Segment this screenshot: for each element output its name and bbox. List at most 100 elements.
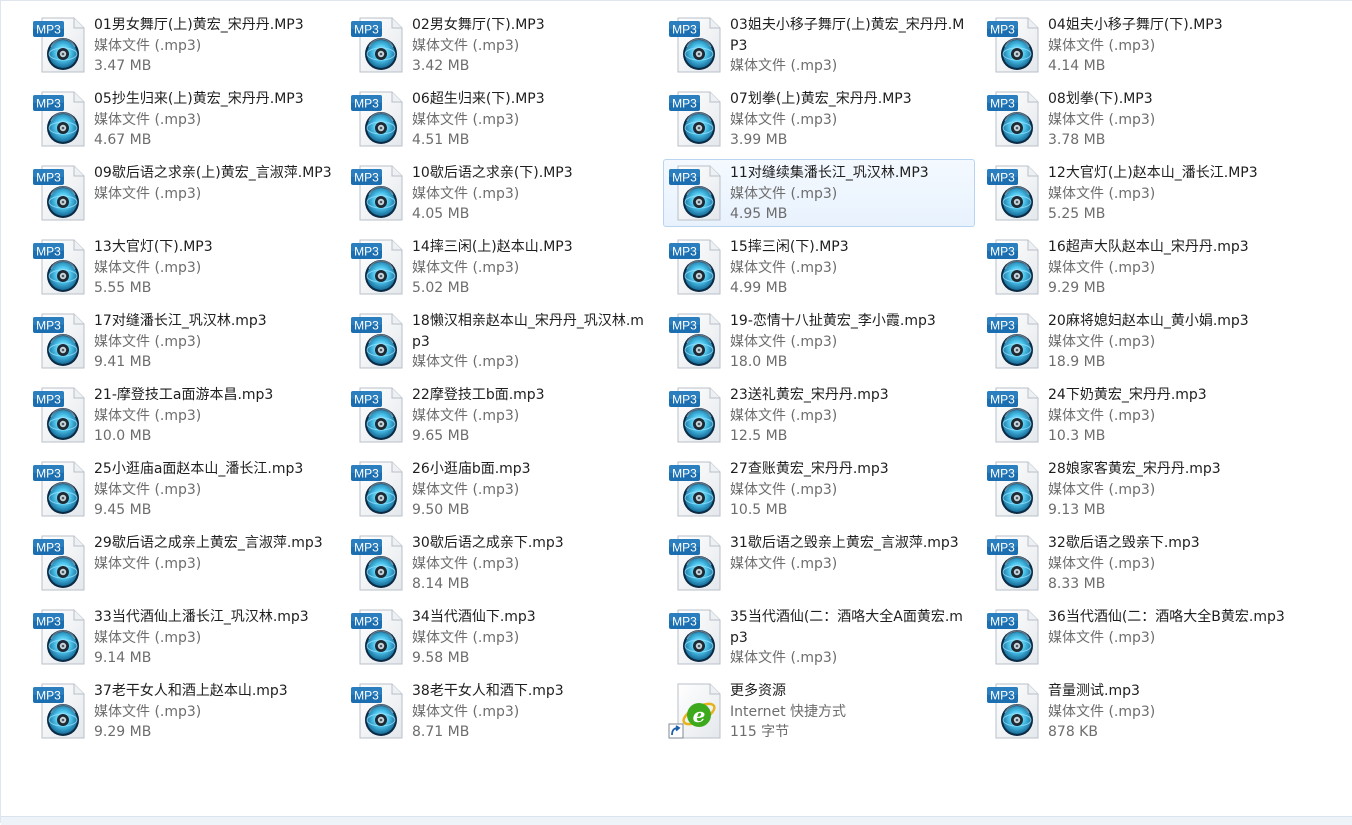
file-item[interactable]: MP3 20麻将媳妇赵本山_黄小娟.mp3 媒体文件 (.mp3) 18.9 MB — [981, 307, 1293, 375]
file-details: 32歇后语之毁亲下.mp3 媒体文件 (.mp3) 8.33 MB — [1048, 533, 1288, 595]
file-list-view[interactable]: MP3 01男女舞厅(上)黄宏_宋丹丹.MP3 媒体文件 (.mp3) 3.47 M… — [0, 0, 1352, 825]
file-item[interactable]: MP3 36当代酒仙(二：酒咯大全B黄宏.mp3 媒体文件 (.mp3) — [981, 603, 1293, 671]
file-item[interactable]: MP3 03姐夫小移子舞厅(上)黄宏_宋丹丹.MP3 媒体文件 (.mp3) — [663, 11, 975, 79]
file-item[interactable]: MP3 38老干女人和酒下.mp3 媒体文件 (.mp3) 8.71 MB — [345, 677, 657, 745]
file-item[interactable]: MP3 18懒汉相亲赵本山_宋丹丹_巩汉林.mp3 媒体文件 (.mp3) — [345, 307, 657, 375]
file-item[interactable]: MP3 05抄生归来(上)黄宏_宋丹丹.MP3 媒体文件 (.mp3) 4.67 M… — [27, 85, 339, 153]
file-name: 35当代酒仙(二：酒咯大全A面黄宏.mp3 — [730, 609, 963, 646]
mp3-file-icon: MP3 — [350, 682, 406, 740]
file-type: 媒体文件 (.mp3) — [94, 259, 202, 276]
file-type: 媒体文件 (.mp3) — [94, 629, 202, 646]
file-item[interactable]: MP3 25小逛庙a面赵本山_潘长江.mp3 媒体文件 (.mp3) 9.45 MB — [27, 455, 339, 523]
file-type: 媒体文件 (.mp3) — [730, 555, 838, 572]
file-item[interactable]: MP3 13大官灯(下).MP3 媒体文件 (.mp3) 5.55 MB — [27, 233, 339, 301]
file-size: 4.99 MB — [730, 280, 788, 296]
file-item[interactable]: MP3 31歇后语之毁亲上黄宏_言淑萍.mp3 媒体文件 (.mp3) — [663, 529, 975, 597]
file-size: 9.41 MB — [94, 354, 152, 370]
file-item[interactable]: MP3 19-恋情十八扯黄宏_李小霞.mp3 媒体文件 (.mp3) 18.0 MB — [663, 307, 975, 375]
file-item[interactable]: MP3 33当代酒仙上潘长江_巩汉林.mp3 媒体文件 (.mp3) 9.14 MB — [27, 603, 339, 671]
mp3-file-icon: MP3 — [32, 16, 88, 74]
file-size: 3.99 MB — [730, 132, 788, 148]
file-item[interactable]: MP3 28娘家客黄宏_宋丹丹.mp3 媒体文件 (.mp3) 9.13 MB — [981, 455, 1293, 523]
file-item[interactable]: MP3 22摩登技工b面.mp3 媒体文件 (.mp3) 9.65 MB — [345, 381, 657, 449]
file-item[interactable]: MP3 30歇后语之成亲下.mp3 媒体文件 (.mp3) 8.14 MB — [345, 529, 657, 597]
file-item[interactable]: MP3 08划拳(下).MP3 媒体文件 (.mp3) 3.78 MB — [981, 85, 1293, 153]
file-item[interactable]: MP3 34当代酒仙下.mp3 媒体文件 (.mp3) 9.58 MB — [345, 603, 657, 671]
mp3-file-icon: MP3 — [986, 238, 1042, 296]
file-details: 12大官灯(上)赵本山_潘长江.MP3 媒体文件 (.mp3) 5.25 MB — [1048, 163, 1288, 225]
file-size: 9.29 MB — [94, 724, 152, 740]
file-size: 878 KB — [1048, 724, 1098, 740]
file-name: 16超声大队赵本山_宋丹丹.mp3 — [1048, 239, 1249, 255]
file-name: 01男女舞厅(上)黄宏_宋丹丹.MP3 — [94, 17, 304, 33]
file-type: 媒体文件 (.mp3) — [730, 333, 838, 350]
file-size: 4.67 MB — [94, 132, 152, 148]
mp3-file-icon: MP3 — [32, 460, 88, 518]
file-item[interactable]: MP3 14摔三闲(上)赵本山.MP3 媒体文件 (.mp3) 5.02 MB — [345, 233, 657, 301]
file-item[interactable]: MP3 04姐夫小移子舞厅(下).MP3 媒体文件 (.mp3) 4.14 MB — [981, 11, 1293, 79]
file-item[interactable]: MP3 15摔三闲(下).MP3 媒体文件 (.mp3) 4.99 MB — [663, 233, 975, 301]
mp3-file-icon: MP3 — [32, 386, 88, 444]
file-details: 31歇后语之毁亲上黄宏_言淑萍.mp3 媒体文件 (.mp3) — [730, 533, 970, 574]
svg-text:MP3: MP3 — [990, 97, 1015, 111]
file-type: 媒体文件 (.mp3) — [412, 481, 520, 498]
file-item[interactable]: MP3 06超生归来(下).MP3 媒体文件 (.mp3) 4.51 MB — [345, 85, 657, 153]
file-item[interactable]: MP3 21-摩登技工a面游本昌.mp3 媒体文件 (.mp3) 10.0 MB — [27, 381, 339, 449]
file-item[interactable]: MP3 11对缝续集潘长江_巩汉林.MP3 媒体文件 (.mp3) 4.95 MB — [663, 159, 975, 227]
file-item[interactable]: MP3 10歇后语之求亲(下).MP3 媒体文件 (.mp3) 4.05 MB — [345, 159, 657, 227]
file-item[interactable]: MP3 27查账黄宏_宋丹丹.mp3 媒体文件 (.mp3) 10.5 MB — [663, 455, 975, 523]
file-size: 115 字节 — [730, 724, 790, 740]
file-item[interactable]: MP3 16超声大队赵本山_宋丹丹.mp3 媒体文件 (.mp3) 9.29 MB — [981, 233, 1293, 301]
file-item[interactable]: MP3 01男女舞厅(上)黄宏_宋丹丹.MP3 媒体文件 (.mp3) 3.47 M… — [27, 11, 339, 79]
file-details: 14摔三闲(上)赵本山.MP3 媒体文件 (.mp3) 5.02 MB — [412, 237, 652, 299]
file-size: 3.78 MB — [1048, 132, 1106, 148]
file-name: 24下奶黄宏_宋丹丹.mp3 — [1048, 387, 1207, 403]
file-item[interactable]: e 更多资源 Internet 快捷方式 115 字节 — [663, 677, 975, 745]
file-type: 媒体文件 (.mp3) — [1048, 333, 1156, 350]
svg-text:MP3: MP3 — [354, 97, 379, 111]
file-type: 媒体文件 (.mp3) — [730, 259, 838, 276]
svg-text:MP3: MP3 — [354, 245, 379, 259]
file-item[interactable]: MP3 29歇后语之成亲上黄宏_言淑萍.mp3 媒体文件 (.mp3) — [27, 529, 339, 597]
mp3-file-icon: MP3 — [350, 16, 406, 74]
file-item[interactable]: MP3 09歇后语之求亲(上)黄宏_言淑萍.MP3 媒体文件 (.mp3) — [27, 159, 339, 227]
file-type: 媒体文件 (.mp3) — [412, 37, 520, 54]
file-details: 18懒汉相亲赵本山_宋丹丹_巩汉林.mp3 媒体文件 (.mp3) — [412, 311, 652, 373]
file-name: 28娘家客黄宏_宋丹丹.mp3 — [1048, 461, 1221, 477]
file-name: 33当代酒仙上潘长江_巩汉林.mp3 — [94, 609, 309, 625]
file-details: 11对缝续集潘长江_巩汉林.MP3 媒体文件 (.mp3) 4.95 MB — [730, 163, 970, 225]
file-name: 03姐夫小移子舞厅(上)黄宏_宋丹丹.MP3 — [730, 17, 965, 54]
file-type: 媒体文件 (.mp3) — [1048, 481, 1156, 498]
file-type: Internet 快捷方式 — [730, 703, 847, 720]
file-item[interactable]: MP3 音量测试.mp3 媒体文件 (.mp3) 878 KB — [981, 677, 1293, 745]
file-name: 26小逛庙b面.mp3 — [412, 461, 531, 477]
file-name: 37老干女人和酒上赵本山.mp3 — [94, 683, 288, 699]
file-item[interactable]: MP3 23送礼黄宏_宋丹丹.mp3 媒体文件 (.mp3) 12.5 MB — [663, 381, 975, 449]
file-size: 8.33 MB — [1048, 576, 1106, 592]
file-name: 音量测试.mp3 — [1048, 683, 1140, 699]
file-name: 23送礼黄宏_宋丹丹.mp3 — [730, 387, 889, 403]
file-name: 25小逛庙a面赵本山_潘长江.mp3 — [94, 461, 304, 477]
file-item[interactable]: MP3 24下奶黄宏_宋丹丹.mp3 媒体文件 (.mp3) 10.3 MB — [981, 381, 1293, 449]
file-item[interactable]: MP3 35当代酒仙(二：酒咯大全A面黄宏.mp3 媒体文件 (.mp3) — [663, 603, 975, 671]
mp3-file-icon: MP3 — [350, 608, 406, 666]
svg-text:MP3: MP3 — [354, 393, 379, 407]
file-name: 15摔三闲(下).MP3 — [730, 239, 849, 255]
svg-text:MP3: MP3 — [672, 615, 697, 629]
file-item[interactable]: MP3 26小逛庙b面.mp3 媒体文件 (.mp3) 9.50 MB — [345, 455, 657, 523]
mp3-file-icon: MP3 — [986, 534, 1042, 592]
file-details: 16超声大队赵本山_宋丹丹.mp3 媒体文件 (.mp3) 9.29 MB — [1048, 237, 1288, 299]
window-bottom-edge — [1, 816, 1352, 825]
file-size: 5.25 MB — [1048, 206, 1106, 222]
file-item[interactable]: MP3 02男女舞厅(下).MP3 媒体文件 (.mp3) 3.42 MB — [345, 11, 657, 79]
file-item[interactable]: MP3 32歇后语之毁亲下.mp3 媒体文件 (.mp3) 8.33 MB — [981, 529, 1293, 597]
file-size: 9.29 MB — [1048, 280, 1106, 296]
file-item[interactable]: MP3 07划拳(上)黄宏_宋丹丹.MP3 媒体文件 (.mp3) 3.99 MB — [663, 85, 975, 153]
file-item[interactable]: MP3 12大官灯(上)赵本山_潘长江.MP3 媒体文件 (.mp3) 5.25 M… — [981, 159, 1293, 227]
file-type: 媒体文件 (.mp3) — [730, 185, 838, 202]
mp3-file-icon: MP3 — [350, 534, 406, 592]
file-item[interactable]: MP3 17对缝潘长江_巩汉林.mp3 媒体文件 (.mp3) 9.41 MB — [27, 307, 339, 375]
svg-text:MP3: MP3 — [36, 393, 61, 407]
file-item[interactable]: MP3 37老干女人和酒上赵本山.mp3 媒体文件 (.mp3) 9.29 MB — [27, 677, 339, 745]
file-size: 18.0 MB — [730, 354, 788, 370]
